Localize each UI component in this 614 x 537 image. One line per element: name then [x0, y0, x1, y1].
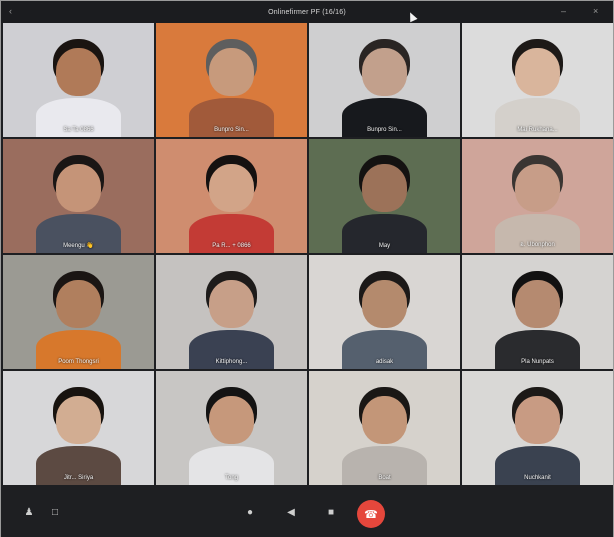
participant-tile[interactable]: Bunpro Sin...	[309, 23, 460, 137]
participant-tile[interactable]: May	[309, 139, 460, 253]
participant-tile[interactable]: Bunpro Sin...	[156, 23, 307, 137]
participant-tile[interactable]: Pa R... + 0866	[156, 139, 307, 253]
participant-name: Sa Ta 0866	[63, 127, 94, 133]
participant-tile[interactable]: Nuchkanit	[462, 371, 613, 485]
participant-face	[208, 164, 255, 212]
close-icon[interactable]: ×	[593, 6, 598, 16]
participant-face	[514, 164, 561, 212]
chat-icon[interactable]: □	[49, 507, 61, 519]
participant-name: Pa R... + 0866	[212, 243, 251, 249]
window-title: Onlinefirmer PF (16/16)	[268, 8, 346, 16]
participant-name: Nuchkanit	[524, 475, 551, 481]
participant-tile[interactable]: Tong	[156, 371, 307, 485]
participants-icon[interactable]: ♟	[23, 507, 35, 519]
title-bar: ‹ Onlinefirmer PF (16/16) – ×	[1, 1, 613, 23]
participant-name: อ. Ubonphon	[520, 242, 555, 248]
participant-face	[514, 48, 561, 96]
participant-face	[55, 164, 102, 212]
end-call-button[interactable]: ☎	[357, 500, 385, 528]
participant-face	[55, 396, 102, 444]
participant-face	[55, 280, 102, 328]
participant-name: Mai Rukhana...	[517, 127, 558, 133]
participant-face	[361, 280, 408, 328]
minimize-icon[interactable]: –	[561, 6, 566, 16]
participant-face	[208, 48, 255, 96]
participant-name: Jitr... Siriya	[63, 475, 94, 481]
back-icon[interactable]: ‹	[9, 6, 12, 16]
participant-name: Bunpro Sin...	[367, 127, 402, 133]
participant-face	[514, 280, 561, 328]
microphone-icon[interactable]: ●	[244, 507, 256, 519]
participant-tile[interactable]: Boat	[309, 371, 460, 485]
video-call-window: ‹ Onlinefirmer PF (16/16) – × Sa Ta 0866…	[0, 0, 614, 537]
participant-tile[interactable]: Meengu 👋	[3, 139, 154, 253]
participant-face	[208, 280, 255, 328]
participant-tile[interactable]: Poom Thongsri	[3, 255, 154, 369]
participant-name: May	[378, 243, 391, 249]
participant-tile[interactable]: adisak	[309, 255, 460, 369]
participant-name: Bunpro Sin...	[214, 127, 249, 133]
participant-face	[361, 48, 408, 96]
participant-tile[interactable]: Mai Rukhana...	[462, 23, 613, 137]
participant-tile[interactable]: Sa Ta 0866	[3, 23, 154, 137]
participant-tile[interactable]: Jitr... Siriya	[3, 371, 154, 485]
participant-grid: Sa Ta 0866 Bunpro Sin... Bunpro Sin... Mai …	[3, 23, 613, 485]
participant-name: Poom Thongsri	[58, 359, 99, 365]
camera-icon[interactable]: ■	[325, 507, 337, 519]
speaker-mute-icon[interactable]: ◀	[285, 507, 297, 519]
participant-name: Kittiphong...	[215, 359, 248, 365]
participant-tile[interactable]: อ. Ubonphon	[462, 139, 613, 253]
participant-face	[361, 396, 408, 444]
participant-face	[514, 396, 561, 444]
participant-face	[361, 164, 408, 212]
participant-name: adisak	[375, 359, 394, 365]
participant-name: Meengu 👋	[63, 243, 94, 249]
call-controls-bar: ♟ □ ● ◀ ■ ☎	[1, 485, 613, 537]
participant-face	[208, 396, 255, 444]
participant-tile[interactable]: Kittiphong...	[156, 255, 307, 369]
participant-name: Tong	[224, 475, 238, 481]
participant-name: Pla Nunpats	[521, 359, 554, 365]
participant-name: Boat	[378, 475, 391, 481]
participant-tile[interactable]: Pla Nunpats	[462, 255, 613, 369]
participant-face	[55, 48, 102, 96]
hang-up-icon: ☎	[364, 508, 378, 521]
